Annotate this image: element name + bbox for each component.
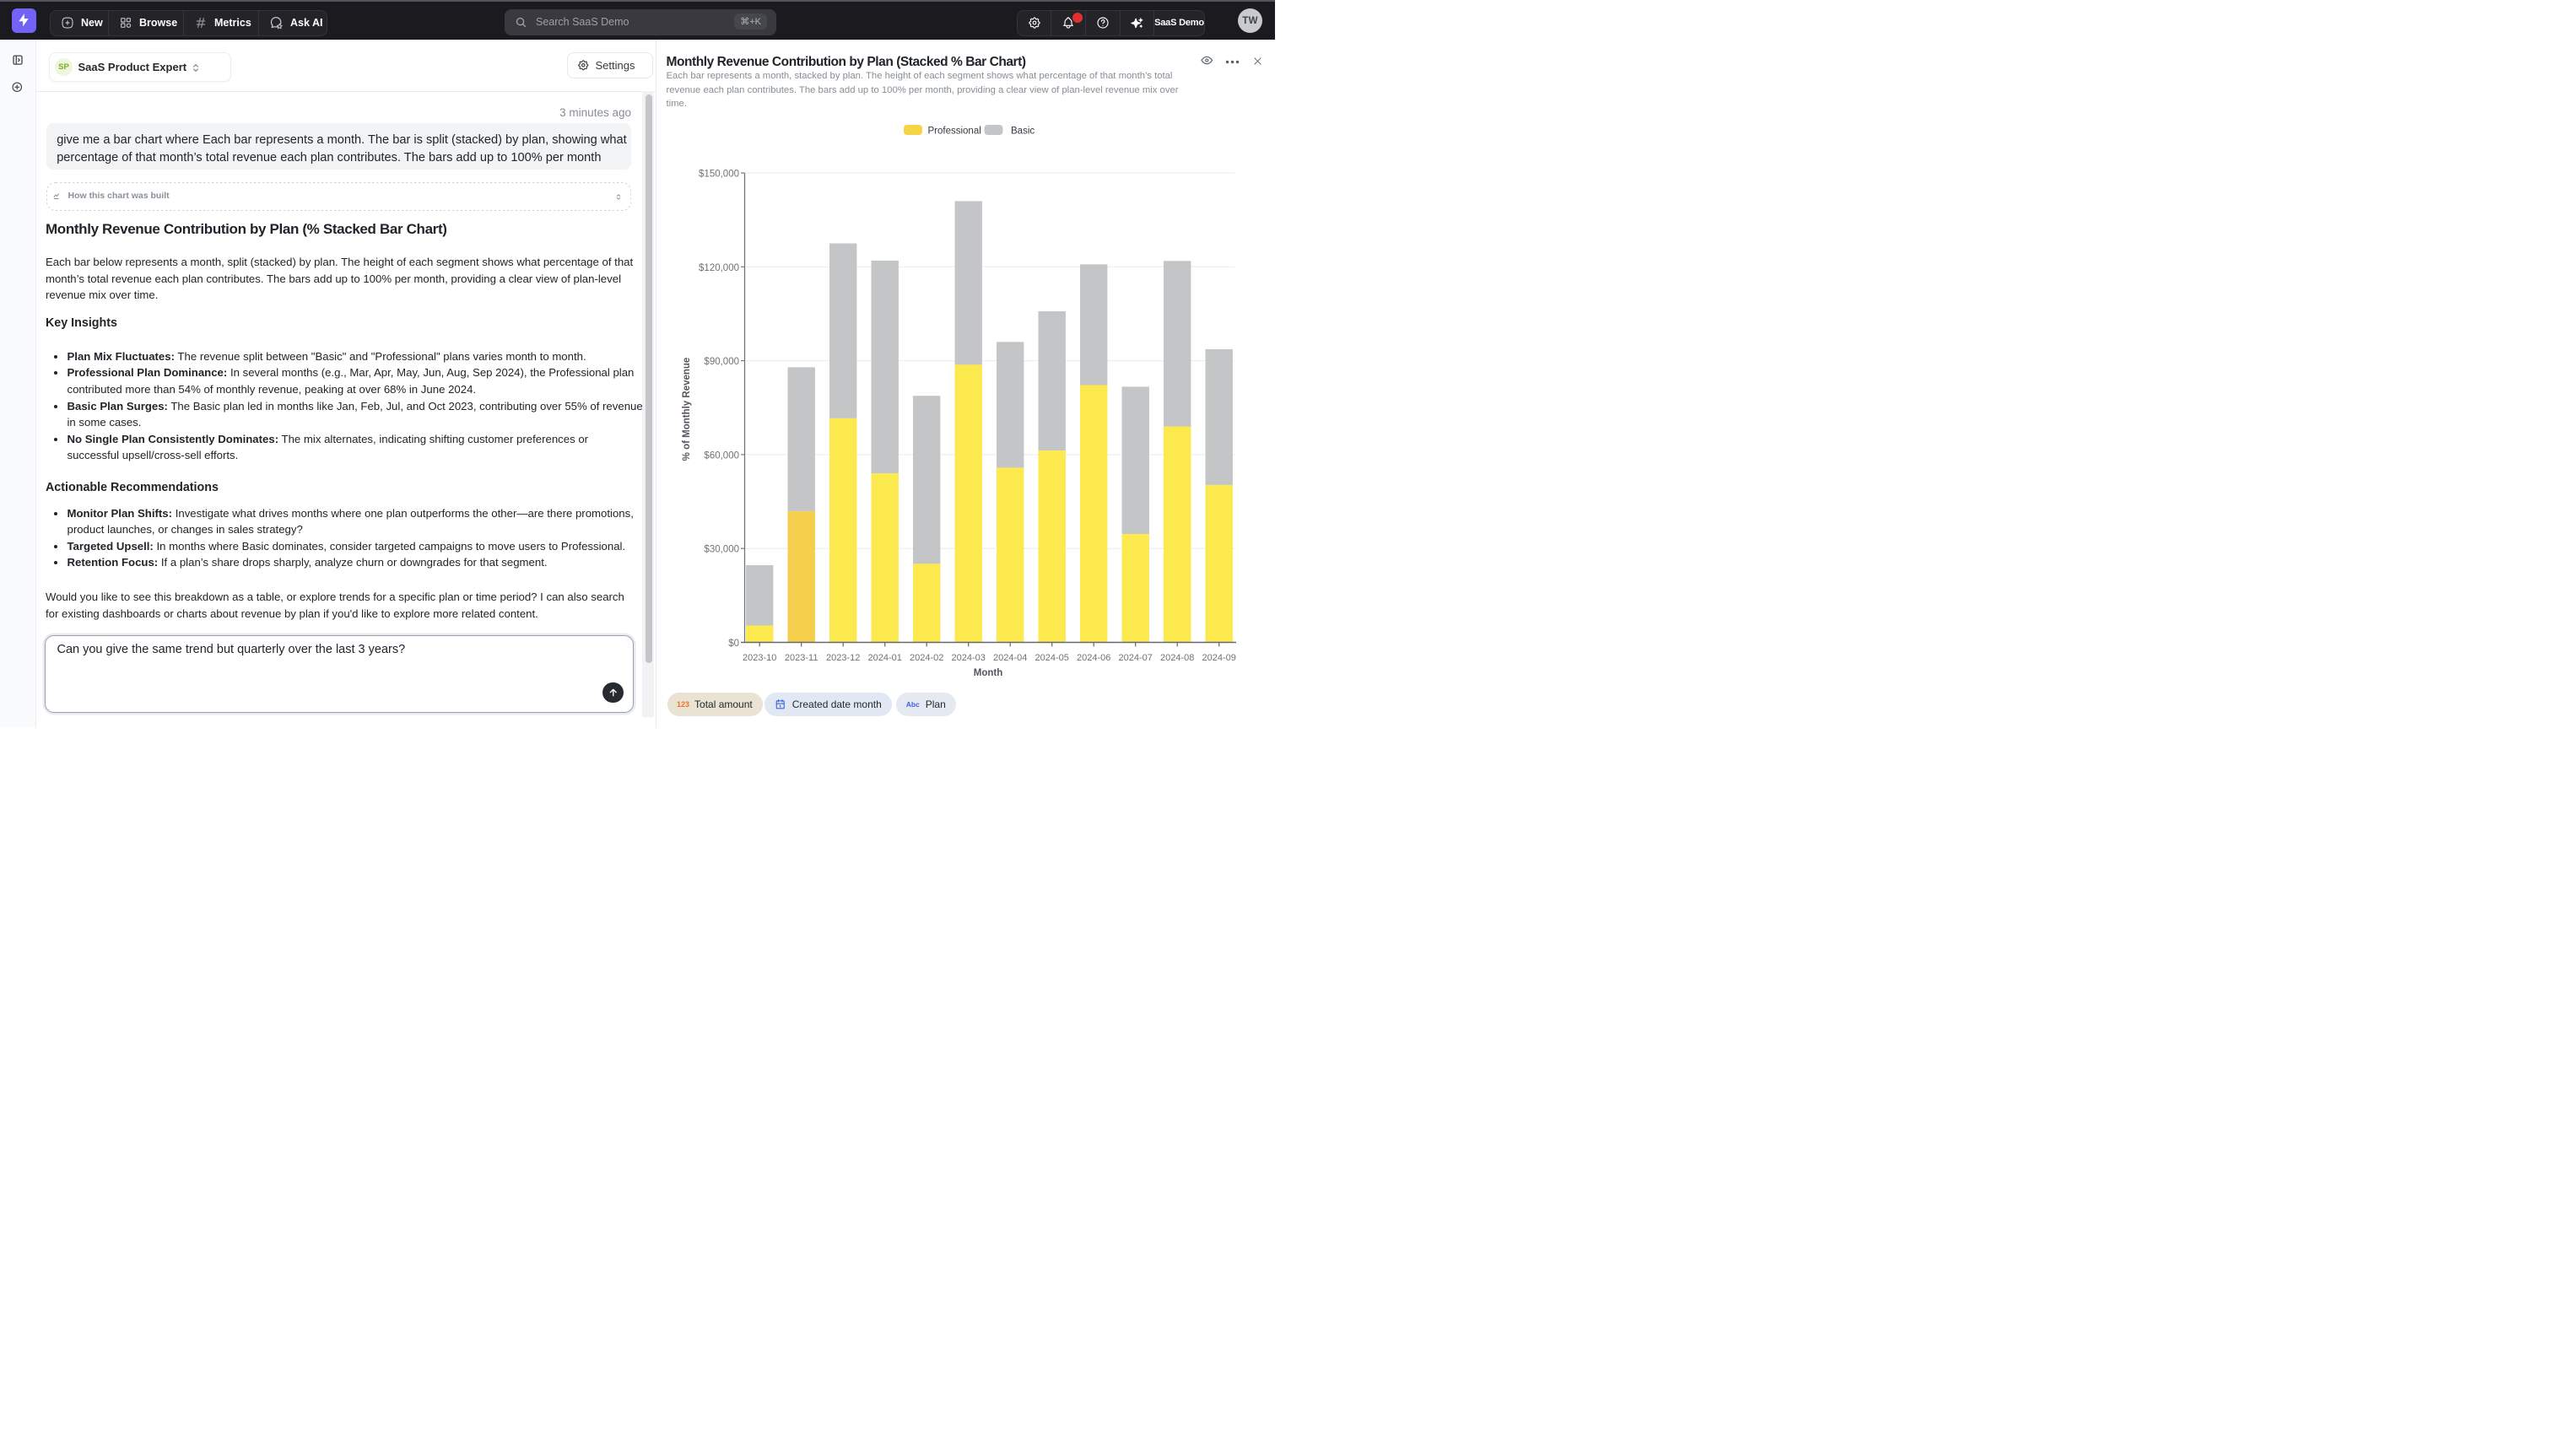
svg-text:Month: Month xyxy=(974,668,1002,678)
svg-text:$30,000: $30,000 xyxy=(704,545,739,555)
svg-text:% of Monthly Revenue: % of Monthly Revenue xyxy=(682,358,692,461)
svg-text:2024-01: 2024-01 xyxy=(868,653,902,663)
svg-text:$150,000: $150,000 xyxy=(699,170,739,180)
svg-text:2023-12: 2023-12 xyxy=(826,653,860,663)
svg-text:$60,000: $60,000 xyxy=(704,450,739,461)
svg-text:$0: $0 xyxy=(728,639,739,649)
svg-text:$120,000: $120,000 xyxy=(699,263,739,273)
svg-text:Basic: Basic xyxy=(1011,127,1035,137)
svg-text:2024-08: 2024-08 xyxy=(1160,653,1194,663)
svg-text:2024-04: 2024-04 xyxy=(993,653,1027,663)
svg-text:2024-07: 2024-07 xyxy=(1119,653,1153,663)
svg-text:2023-11: 2023-11 xyxy=(785,653,818,663)
svg-text:2024-09: 2024-09 xyxy=(1202,653,1236,663)
svg-text:Professional: Professional xyxy=(928,127,981,137)
svg-text:2024-02: 2024-02 xyxy=(910,653,943,663)
svg-text:2024-03: 2024-03 xyxy=(952,653,986,663)
svg-text:2024-05: 2024-05 xyxy=(1035,653,1069,663)
svg-text:2024-06: 2024-06 xyxy=(1077,653,1110,663)
svg-text:$90,000: $90,000 xyxy=(704,357,739,367)
svg-text:2023-10: 2023-10 xyxy=(743,653,776,663)
